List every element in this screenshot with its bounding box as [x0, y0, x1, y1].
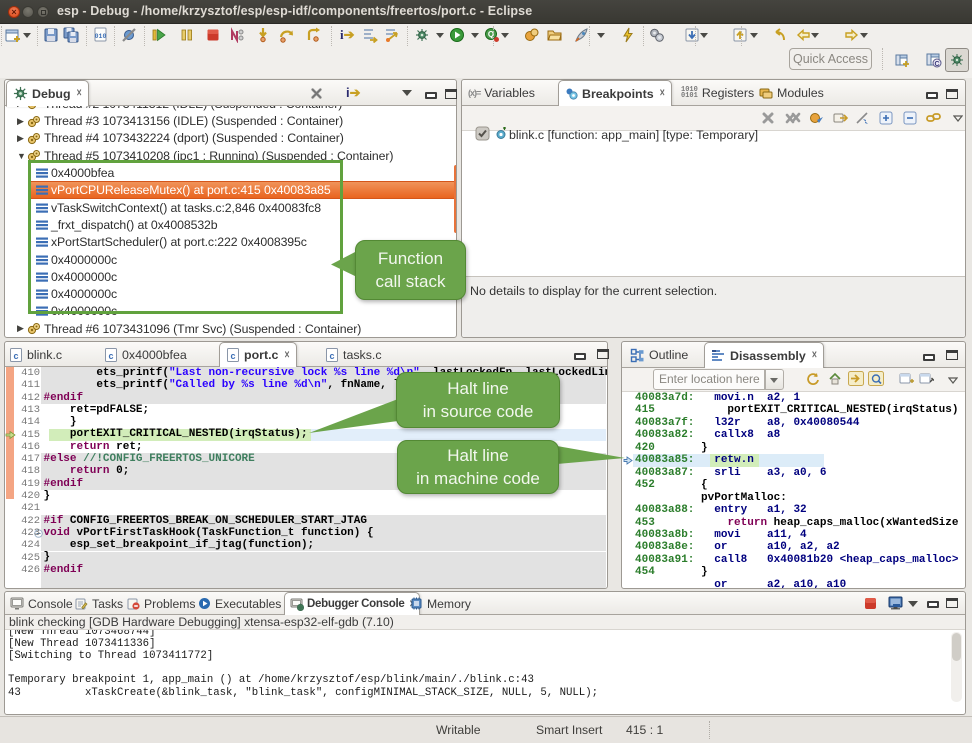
svg-text:c: c	[108, 351, 113, 361]
svg-text:010: 010	[95, 33, 107, 40]
svg-text:C: C	[934, 61, 939, 68]
svg-text:c: c	[230, 351, 235, 361]
svg-text:c: c	[329, 351, 334, 361]
svg-text:c: c	[13, 351, 18, 361]
